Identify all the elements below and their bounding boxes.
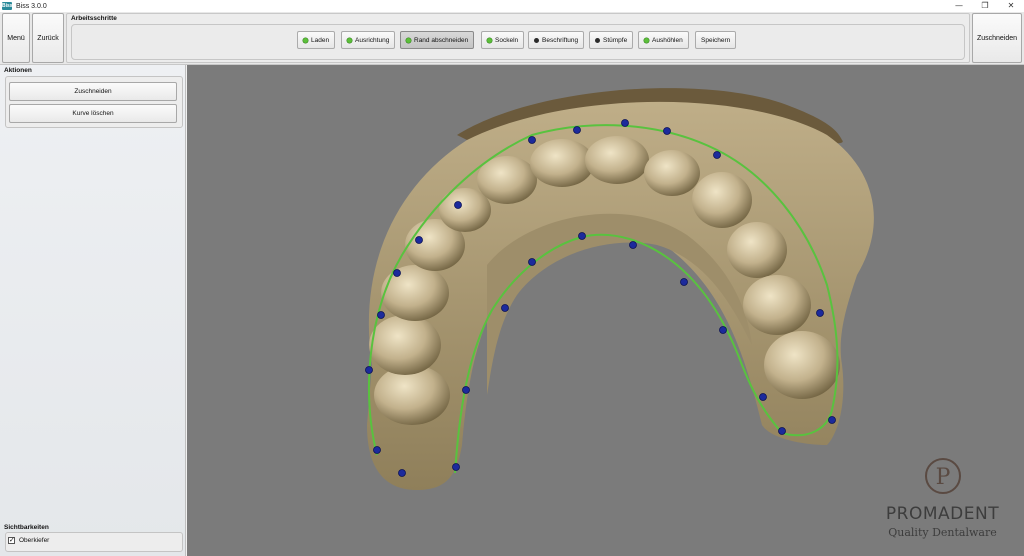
status-dot-icon [644,37,649,43]
step-speichern[interactable]: Speichern [695,31,737,49]
back-button[interactable]: Zurück [32,13,64,63]
promadent-logo: P PROMADENT Quality Dentalware [870,456,1020,546]
delete-curve-button[interactable]: Kurve löschen [9,104,177,123]
step-beschriftung[interactable]: Beschriftung [528,31,585,49]
logo-monogram: P [936,465,951,490]
title-bar: Biss Biss 3.0.0 — ❐ ✕ [0,0,1024,12]
status-dot-icon [347,37,352,43]
step-label: Stümpfe [603,36,628,44]
step-label: Aushöhlen [652,36,683,44]
logo-monogram-icon: P [925,458,961,494]
status-dot-icon [406,37,411,43]
step-label: Rand abschneiden [414,36,469,44]
visibility-title: Sichtbarkeiten [4,524,49,531]
status-dot-icon [303,37,308,43]
step-label: Speichern [701,36,731,44]
checkmark-icon[interactable]: ✓ [8,537,15,544]
step-label: Sockeln [495,36,519,44]
menu-button[interactable]: Menü [2,13,30,63]
step-laden[interactable]: Laden [297,31,336,49]
step-sockeln[interactable]: Sockeln [481,31,525,49]
step-label: Ausrichtung [355,36,390,44]
step-rand-abschneiden[interactable]: Rand abschneiden [400,31,475,49]
app-icon: Biss [2,2,13,10]
status-dot-icon [487,37,492,43]
minimize-button[interactable]: — [946,0,972,12]
step-label: Beschriftung [542,36,579,44]
upper-jaw-toggle[interactable]: ✓ Oberkiefer [8,537,49,544]
step-label: Laden [311,36,330,44]
restore-button[interactable]: ❐ [972,0,998,12]
zuschneiden-toolbar-button[interactable]: Zuschneiden [972,13,1022,63]
trim-button[interactable]: Zuschneiden [9,82,177,101]
logo-name: PROMADENT [885,504,1000,524]
left-panel [0,65,186,556]
status-dot-icon [534,37,539,43]
window-title: Biss 3.0.0 [16,2,47,10]
logo-tagline: Quality Dentalware [888,526,997,539]
upper-jaw-label: Oberkiefer [19,537,50,544]
toolbar: Menü Zurück Arbeitsschritte Laden Ausric… [0,12,1024,65]
actions-title: Aktionen [4,67,32,74]
step-stuempfe[interactable]: Stümpfe [589,31,634,49]
step-aushoehlen[interactable]: Aushöhlen [638,31,689,49]
window-controls: — ❐ ✕ [946,0,1024,12]
step-ausrichtung[interactable]: Ausrichtung [341,31,396,49]
close-button[interactable]: ✕ [998,0,1024,12]
steps-title: Arbeitsschritte [71,15,117,22]
status-dot-icon [595,37,600,43]
